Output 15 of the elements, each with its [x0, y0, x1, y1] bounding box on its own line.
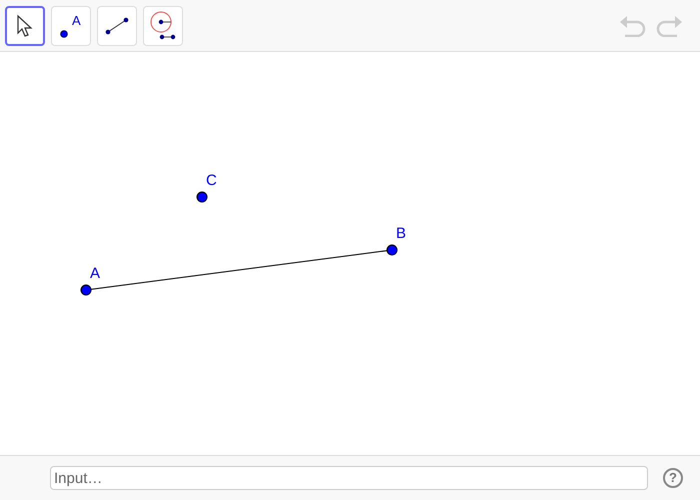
input-field[interactable]: Input…	[50, 466, 648, 490]
circle-icon	[149, 10, 177, 40]
point-tool-button[interactable]: A	[51, 6, 91, 46]
cursor-arrow-icon	[16, 14, 34, 38]
segment-icon	[105, 16, 129, 34]
help-button[interactable]: ?	[663, 468, 683, 488]
circle-tool-button[interactable]	[143, 6, 183, 46]
move-tool-button[interactable]	[5, 6, 45, 46]
point[interactable]	[386, 244, 398, 256]
point[interactable]	[80, 284, 92, 296]
point[interactable]	[196, 192, 208, 202]
point-label: C	[206, 173, 217, 188]
point-label: A	[90, 266, 100, 281]
point-label: B	[396, 226, 406, 241]
segment-tool-button[interactable]	[97, 6, 137, 46]
